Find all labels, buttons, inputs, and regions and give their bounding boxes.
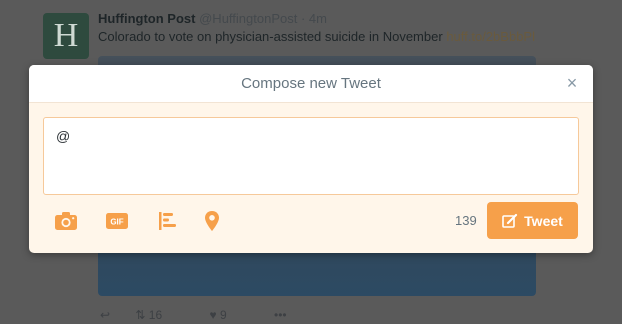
- compose-tweet-modal: Compose new Tweet × GIF 139 Tweet: [29, 65, 593, 253]
- camera-icon[interactable]: [54, 210, 78, 232]
- retweet-count: 16: [148, 308, 163, 322]
- author-handle[interactable]: @HuffingtonPost: [199, 11, 297, 26]
- like-count: 9: [219, 308, 227, 322]
- modal-header: Compose new Tweet ×: [29, 65, 593, 103]
- tweet-time: · 4m: [300, 11, 327, 26]
- avatar[interactable]: H: [43, 13, 89, 59]
- tweet-compose-box[interactable]: [43, 117, 579, 195]
- like-icon[interactable]: ♥ 9: [210, 308, 249, 322]
- poll-icon[interactable]: [157, 210, 179, 232]
- reply-icon[interactable]: ↩: [100, 308, 110, 322]
- retweet-icon[interactable]: ⇅ 16: [135, 308, 184, 322]
- tweet-button[interactable]: Tweet: [487, 202, 578, 239]
- tweet-text: Colorado to vote on physician-assisted s…: [98, 29, 535, 44]
- more-icon[interactable]: •••: [274, 308, 287, 322]
- tweet-actions: ↩ ⇅ 16 ♥ 9 •••: [100, 308, 309, 322]
- tweet-button-label: Tweet: [524, 212, 563, 229]
- tweet-link[interactable]: huff.to/2bBbbPl: [446, 29, 535, 44]
- tweet-input[interactable]: [54, 126, 568, 186]
- compose-icon: [502, 213, 518, 228]
- location-icon[interactable]: [204, 210, 220, 232]
- tweet-body: Colorado to vote on physician-assisted s…: [98, 29, 443, 44]
- modal-title: Compose new Tweet: [241, 75, 381, 92]
- gif-icon[interactable]: GIF: [105, 210, 129, 232]
- character-count: 139: [455, 213, 477, 228]
- close-icon[interactable]: ×: [563, 74, 581, 92]
- svg-text:GIF: GIF: [110, 218, 123, 227]
- author-name[interactable]: Huffington Post: [98, 11, 195, 26]
- tweet-author: Huffington Post @HuffingtonPost · 4m: [98, 11, 327, 26]
